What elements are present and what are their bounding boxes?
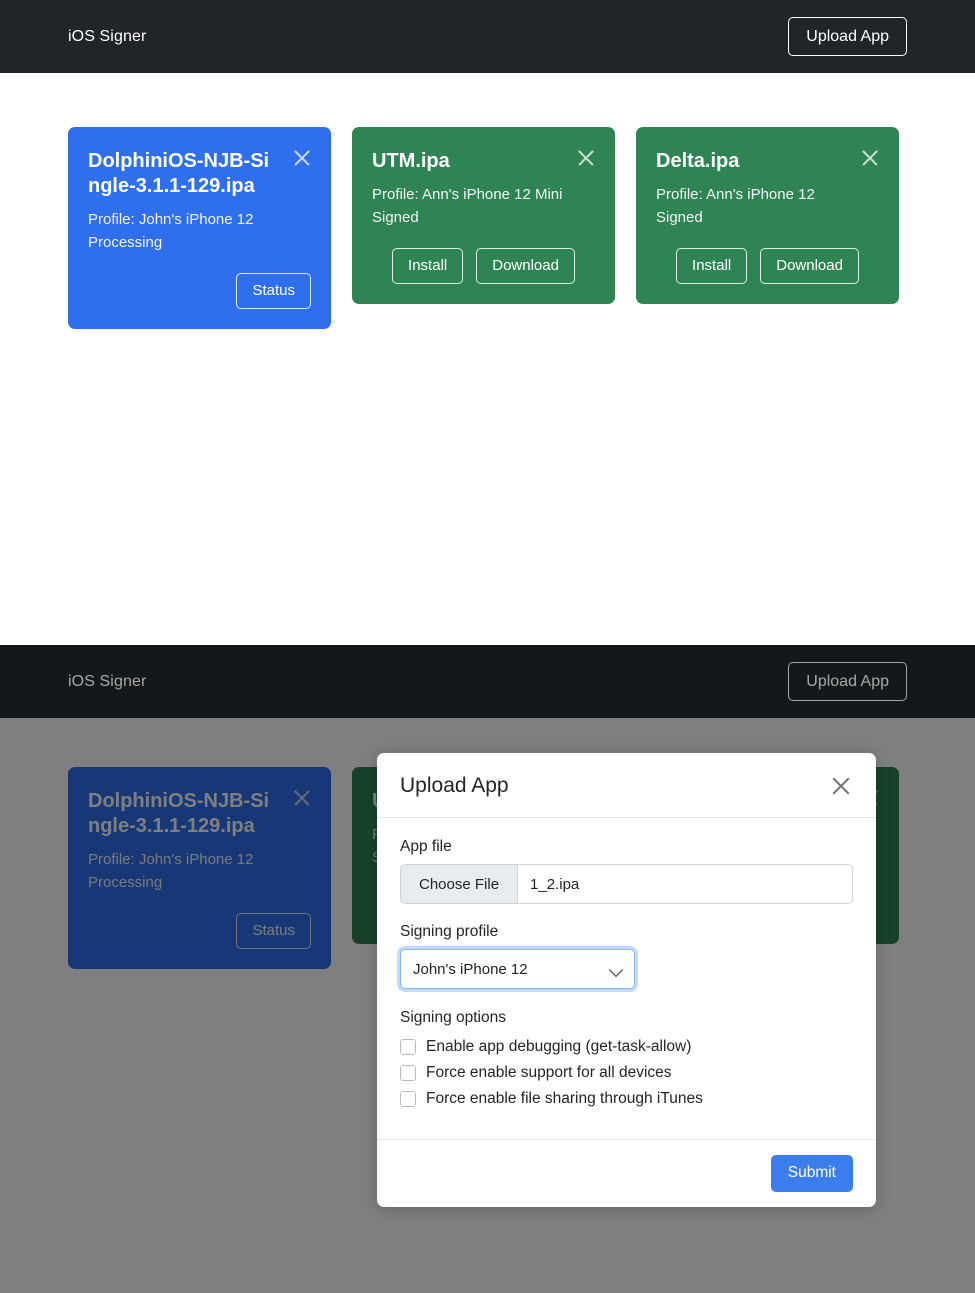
signing-option-debugging[interactable]: Enable app debugging (get-task-allow) [400, 1038, 853, 1056]
download-button[interactable]: Download [476, 247, 575, 284]
checkbox-all-devices[interactable] [400, 1065, 416, 1081]
signing-options-label: Signing options [400, 1009, 506, 1026]
top-navbar-dimmed: iOS Signer Upload App [0, 645, 975, 718]
choose-file-button[interactable]: Choose File [401, 865, 519, 903]
app-card-delta: Delta.ipa Profile: Ann's iPhone 12 Signe… [636, 127, 899, 304]
signing-profile-select-wrap: John's iPhone 12 [400, 949, 635, 989]
app-card-title: UTM.ipa [372, 150, 450, 172]
signing-option-label: Force enable support for all devices [426, 1064, 672, 1081]
download-button[interactable]: Download [760, 247, 859, 284]
app-brand: iOS Signer [68, 27, 147, 45]
checkbox-debugging[interactable] [400, 1039, 416, 1055]
close-icon[interactable] [859, 147, 881, 169]
modal-body: App file Choose File 1_2.ipa Signing pro… [377, 818, 876, 1139]
status-button[interactable]: Status [236, 272, 311, 309]
app-card-profile: Profile: Ann's iPhone 12 [656, 186, 815, 203]
modal-title: Upload App [400, 774, 509, 797]
top-navbar: iOS Signer Upload App [0, 0, 975, 73]
signing-profile-value: John's iPhone 12 [413, 960, 528, 978]
app-file-input[interactable]: Choose File 1_2.ipa [400, 864, 853, 904]
app-card-status: Signed [372, 209, 419, 227]
install-button[interactable]: Install [392, 247, 464, 284]
signing-profile-select[interactable]: John's iPhone 12 [400, 949, 635, 989]
app-card-title: DolphiniOS-NJB-Single-3.1.1-129.ipa [88, 150, 270, 197]
app-card-profile: Profile: Ann's iPhone 12 Mini [372, 186, 563, 203]
app-card-status: Signed [656, 209, 703, 227]
app-card-actions: Status [88, 272, 311, 309]
install-button[interactable]: Install [676, 247, 748, 284]
upload-app-modal: Upload App App file Choose File 1_2.ipa … [377, 753, 876, 1207]
selected-file-name: 1_2.ipa [530, 875, 580, 893]
submit-button[interactable]: Submit [770, 1155, 853, 1192]
app-view-with-modal: iOS Signer Upload App DolphiniOS-NJB-Sin… [0, 645, 975, 1293]
upload-app-button[interactable]: Upload App [788, 16, 907, 57]
signing-option-file-sharing[interactable]: Force enable file sharing through iTunes [400, 1090, 853, 1108]
app-view-default: iOS Signer Upload App DolphiniOS-NJB-Sin… [0, 0, 975, 645]
app-card-actions: Install Download [372, 247, 595, 284]
app-card-actions: Install Download [656, 247, 879, 284]
app-card-title: Delta.ipa [656, 150, 740, 172]
app-card-utm: UTM.ipa Profile: Ann's iPhone 12 Mini Si… [352, 127, 615, 304]
signing-option-label: Force enable file sharing through iTunes [426, 1090, 703, 1107]
app-card-dolphinios: DolphiniOS-NJB-Single-3.1.1-129.ipa Prof… [68, 127, 331, 329]
app-screen: iOS Signer Upload App DolphiniOS-NJB-Sin… [0, 0, 975, 1293]
upload-app-button[interactable]: Upload App [788, 661, 907, 702]
app-brand: iOS Signer [68, 672, 147, 690]
modal-header: Upload App [377, 753, 876, 818]
close-icon[interactable] [575, 147, 597, 169]
signing-option-all-devices[interactable]: Force enable support for all devices [400, 1064, 853, 1082]
app-card-status: Processing [88, 234, 163, 252]
chevron-down-icon [608, 962, 624, 978]
signing-profile-label: Signing profile [400, 923, 499, 940]
app-file-label: App file [400, 838, 452, 855]
signing-option-label: Enable app debugging (get-task-allow) [426, 1038, 692, 1055]
checkbox-file-sharing[interactable] [400, 1091, 416, 1107]
modal-footer: Submit [377, 1139, 876, 1207]
close-icon[interactable] [291, 147, 313, 169]
app-card-profile: Profile: John's iPhone 12 [88, 211, 254, 228]
close-icon[interactable] [829, 774, 853, 798]
app-card-list: DolphiniOS-NJB-Single-3.1.1-129.ipa Prof… [0, 73, 975, 329]
